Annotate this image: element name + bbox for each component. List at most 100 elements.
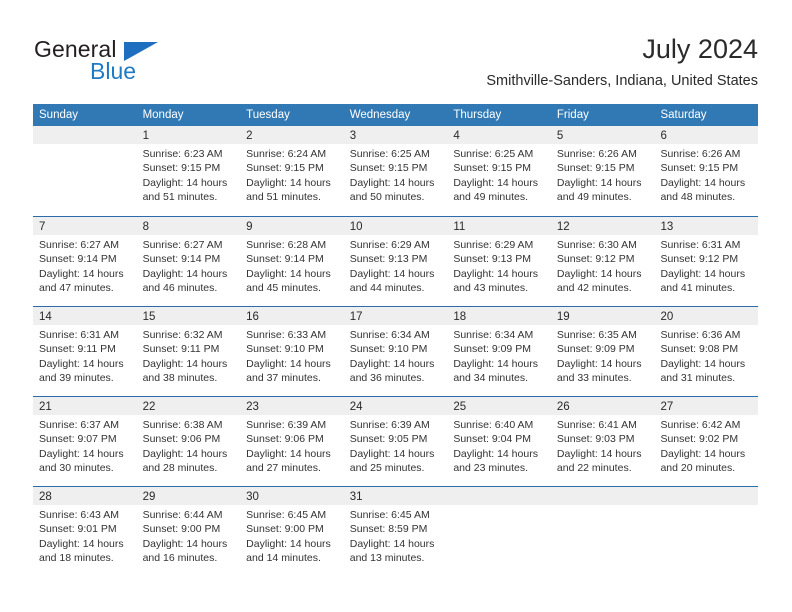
day-detail-line: Sunset: 9:14 PM [39, 253, 117, 266]
day-cell-22[interactable]: 22 Sunrise: 6:38 AM Sunset: 9:06 PM Dayligh… [136, 397, 241, 486]
day-number: 7 [39, 221, 46, 233]
day-number-band: 13 [654, 217, 759, 235]
day-detail-line: and 31 minutes. [660, 371, 736, 384]
day-cell-20[interactable]: 20 Sunrise: 6:36 AM Sunset: 9:08 PM Dayligh… [654, 307, 759, 396]
day-cell-23[interactable]: 23 Sunrise: 6:39 AM Sunset: 9:06 PM Dayligh… [240, 397, 344, 486]
day-number: 27 [660, 401, 674, 413]
location-subtitle: Smithville-Sanders, Indiana, United Stat… [486, 73, 758, 89]
day-number-band: 7 [33, 217, 137, 235]
day-cell-2[interactable]: 2 Sunrise: 6:24 AM Sunset: 9:15 PM Daylight… [240, 126, 344, 216]
day-details: Sunrise: 6:28 AM Sunset: 9:14 PM Daylight:… [240, 235, 344, 295]
day-cell-8[interactable]: 8 Sunrise: 6:27 AM Sunset: 9:14 PM Daylight… [136, 217, 241, 306]
day-detail-line: and 13 minutes. [349, 551, 425, 564]
day-number: 31 [349, 491, 363, 503]
day-detail-line: and 16 minutes. [142, 551, 218, 564]
day-cell-24[interactable]: 24 Sunrise: 6:39 AM Sunset: 9:05 PM Dayligh… [343, 397, 448, 486]
day-number: 8 [142, 221, 149, 233]
day-cell-21[interactable]: 21 Sunrise: 6:37 AM Sunset: 9:07 PM Dayligh… [33, 397, 137, 486]
day-cell-14[interactable]: 14 Sunrise: 6:31 AM Sunset: 9:11 PM Dayligh… [33, 307, 137, 396]
day-detail-line: Daylight: 14 hours [142, 176, 228, 189]
day-detail-line: Sunrise: 6:33 AM [246, 329, 327, 341]
day-detail-line: Daylight: 14 hours [142, 357, 228, 370]
day-detail-line: Sunrise: 6:28 AM [246, 239, 327, 251]
calendar-grid: Sunday Monday Tuesday Wednesday Thursday Frid… [33, 104, 759, 576]
day-number-band: 21 [33, 397, 137, 415]
day-detail-line: Sunset: 9:01 PM [39, 523, 117, 536]
day-detail-line: Daylight: 14 hours [660, 357, 746, 370]
day-detail-line: Sunset: 9:14 PM [246, 253, 324, 266]
day-cell-29[interactable]: 29 Sunrise: 6:44 AM Sunset: 9:00 PM Dayligh… [136, 487, 241, 576]
day-detail-line: Sunset: 9:15 PM [349, 162, 428, 175]
day-number-band: 11 [447, 217, 551, 235]
day-cell-6[interactable]: 6 Sunrise: 6:26 AM Sunset: 9:15 PM Daylight… [654, 126, 759, 216]
page-header: General Blue July 2024 Smithville-Sander… [0, 0, 792, 104]
day-detail-line: Sunset: 9:09 PM [453, 343, 531, 356]
day-details: Sunrise: 6:36 AM Sunset: 9:08 PM Daylight:… [654, 325, 758, 385]
day-cell-1[interactable]: 1 Sunrise: 6:23 AM Sunset: 9:15 PM Daylight… [136, 126, 241, 216]
day-cell-31[interactable]: 31 Sunrise: 6:45 AM Sunset: 8:59 PM Dayligh… [343, 487, 448, 576]
day-cell-12[interactable]: 12 Sunrise: 6:30 AM Sunset: 9:12 PM Dayligh… [550, 217, 655, 306]
day-detail-line: Sunrise: 6:27 AM [39, 239, 119, 251]
calendar-weeks: 1 Sunrise: 6:23 AM Sunset: 9:15 PM Daylight… [33, 126, 759, 576]
calendar-week-row: 1 Sunrise: 6:23 AM Sunset: 9:15 PM Daylight… [33, 126, 759, 216]
day-details: Sunrise: 6:34 AM Sunset: 9:09 PM Daylight:… [447, 325, 551, 385]
day-details: Sunrise: 6:26 AM Sunset: 9:15 PM Daylight:… [551, 144, 655, 204]
day-cell-3[interactable]: 3 Sunrise: 6:25 AM Sunset: 9:15 PM Daylight… [343, 126, 448, 216]
day-details: Sunrise: 6:45 AM Sunset: 9:00 PM Daylight:… [240, 505, 344, 565]
calendar-week-row: 21 Sunrise: 6:37 AM Sunset: 9:07 PM Dayligh… [33, 396, 759, 486]
day-details: Sunrise: 6:34 AM Sunset: 9:10 PM Daylight:… [344, 325, 448, 385]
day-detail-line: Daylight: 14 hours [453, 447, 538, 460]
day-number-band: 19 [550, 307, 655, 325]
day-number: 21 [39, 401, 52, 413]
day-cell-10[interactable]: 10 Sunrise: 6:29 AM Sunset: 9:13 PM Dayligh… [343, 217, 448, 306]
general-blue-logo[interactable]: General Blue [34, 38, 264, 88]
day-detail-line: Sunset: 9:15 PM [453, 162, 531, 175]
day-detail-line: Daylight: 14 hours [39, 357, 124, 370]
day-cell-5[interactable]: 5 Sunrise: 6:26 AM Sunset: 9:15 PM Daylight… [550, 126, 655, 216]
day-number: 10 [349, 221, 363, 233]
day-number: 20 [660, 311, 674, 323]
day-detail-line: Sunrise: 6:26 AM [660, 148, 741, 160]
day-detail-line: and 25 minutes. [349, 461, 425, 474]
day-details: Sunrise: 6:24 AM Sunset: 9:15 PM Daylight:… [240, 144, 344, 204]
day-detail-line: Daylight: 14 hours [142, 447, 228, 460]
day-cell-11[interactable]: 11 Sunrise: 6:29 AM Sunset: 9:13 PM Dayligh… [447, 217, 551, 306]
day-cell-16[interactable]: 16 Sunrise: 6:33 AM Sunset: 9:10 PM Dayligh… [240, 307, 344, 396]
day-cell-19[interactable]: 19 Sunrise: 6:35 AM Sunset: 9:09 PM Dayligh… [550, 307, 655, 396]
day-detail-line: Sunrise: 6:24 AM [246, 148, 327, 160]
day-cell-15[interactable]: 15 Sunrise: 6:32 AM Sunset: 9:11 PM Dayligh… [136, 307, 241, 396]
day-number: 28 [39, 491, 52, 503]
day-cell-18[interactable]: 18 Sunrise: 6:34 AM Sunset: 9:09 PM Dayligh… [447, 307, 551, 396]
day-cell-28[interactable]: 28 Sunrise: 6:43 AM Sunset: 9:01 PM Dayligh… [33, 487, 137, 576]
day-cell-17[interactable]: 17 Sunrise: 6:34 AM Sunset: 9:10 PM Dayligh… [343, 307, 448, 396]
day-detail-line: Sunrise: 6:37 AM [39, 419, 119, 431]
day-number-band: 28 [33, 487, 137, 505]
day-cell-4[interactable]: 4 Sunrise: 6:25 AM Sunset: 9:15 PM Daylight… [447, 126, 551, 216]
day-detail-line: Daylight: 14 hours [246, 537, 331, 550]
day-detail-line: Sunrise: 6:34 AM [349, 329, 430, 341]
day-cell-25[interactable]: 25 Sunrise: 6:40 AM Sunset: 9:04 PM Dayligh… [447, 397, 551, 486]
day-detail-line: and 20 minutes. [660, 461, 736, 474]
day-detail-line: and 34 minutes. [453, 371, 529, 384]
day-details: Sunrise: 6:37 AM Sunset: 9:07 PM Daylight:… [33, 415, 137, 475]
day-detail-line: Sunset: 9:09 PM [556, 343, 635, 356]
day-cell-30[interactable]: 30 Sunrise: 6:45 AM Sunset: 9:00 PM Dayligh… [240, 487, 344, 576]
day-cell-26[interactable]: 26 Sunrise: 6:41 AM Sunset: 9:03 PM Dayligh… [550, 397, 655, 486]
day-detail-line: Daylight: 14 hours [453, 357, 538, 370]
day-number-band: 4 [447, 126, 551, 144]
day-number-band: 12 [550, 217, 655, 235]
day-detail-line: Sunset: 9:05 PM [349, 433, 428, 446]
day-cell-7[interactable]: 7 Sunrise: 6:27 AM Sunset: 9:14 PM Daylight… [33, 217, 137, 306]
day-detail-line: Sunrise: 6:31 AM [39, 329, 119, 341]
day-detail-line: Sunset: 9:10 PM [349, 343, 428, 356]
day-cell-9[interactable]: 9 Sunrise: 6:28 AM Sunset: 9:14 PM Daylight… [240, 217, 344, 306]
day-detail-line: Sunset: 8:59 PM [349, 523, 428, 536]
day-detail-line: and 30 minutes. [39, 461, 114, 474]
day-number: 14 [39, 311, 52, 323]
day-number-band: 18 [447, 307, 551, 325]
day-cell-13[interactable]: 13 Sunrise: 6:31 AM Sunset: 9:12 PM Dayligh… [654, 217, 759, 306]
day-detail-line: Sunrise: 6:41 AM [556, 419, 637, 431]
day-cell-27[interactable]: 27 Sunrise: 6:42 AM Sunset: 9:02 PM Dayligh… [654, 397, 759, 486]
day-number-band [33, 126, 137, 144]
day-detail-line: Sunrise: 6:39 AM [246, 419, 327, 431]
